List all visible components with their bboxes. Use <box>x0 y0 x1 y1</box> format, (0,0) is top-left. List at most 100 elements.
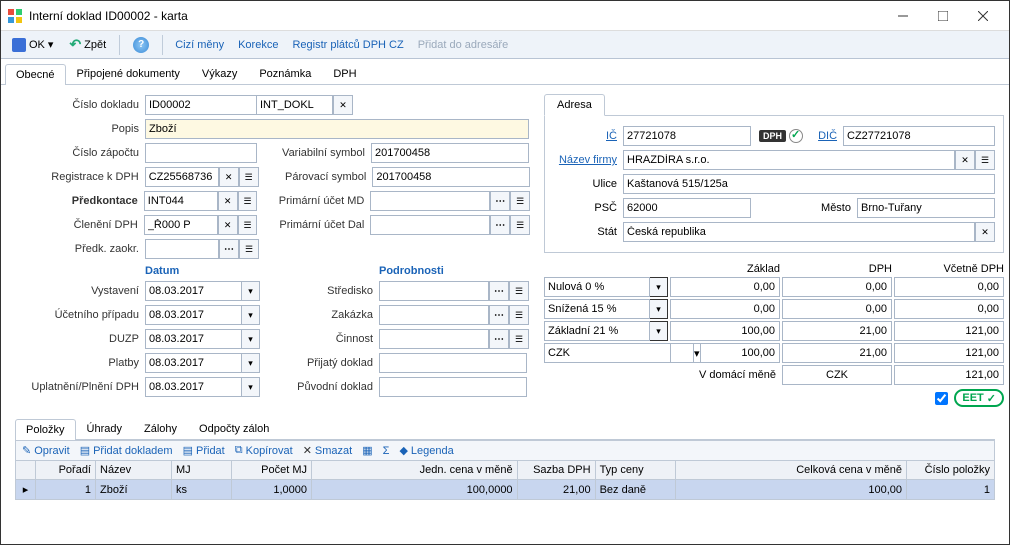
link-dic[interactable]: DIČ <box>811 130 843 142</box>
input-popis[interactable] <box>145 119 529 139</box>
chevron-down-icon[interactable] <box>650 321 668 341</box>
input-ulice[interactable] <box>623 174 995 194</box>
col-poradi[interactable]: Pořadí <box>36 461 96 480</box>
col-mj[interactable]: MJ <box>172 461 232 480</box>
minimize-button[interactable] <box>883 2 923 30</box>
btn-legenda[interactable]: ◆Legenda <box>399 444 453 457</box>
pick-stredisko-button[interactable] <box>489 281 509 301</box>
date-duzp[interactable] <box>145 329 260 349</box>
input-registrace[interactable] <box>145 167 219 187</box>
list-prim-md-button[interactable] <box>510 191 530 211</box>
link-nazev[interactable]: Název firmy <box>553 154 623 166</box>
input-psc[interactable] <box>623 198 751 218</box>
list-zakazka-button[interactable] <box>509 305 529 325</box>
list-stredisko-button[interactable] <box>509 281 529 301</box>
link-cizi-meny[interactable]: Cizí měny <box>169 36 230 54</box>
col-cislo[interactable]: Číslo položky <box>907 461 995 480</box>
input-cislo-dokladu[interactable] <box>145 95 257 115</box>
vat-rate-select[interactable]: Snížená 15 % <box>544 299 668 319</box>
date-ucet-pripadu[interactable] <box>145 305 260 325</box>
link-ic[interactable]: IČ <box>553 130 623 142</box>
date-uplatneni[interactable] <box>145 377 260 397</box>
input-puvodni[interactable] <box>379 377 527 397</box>
tab-poznamka[interactable]: Poznámka <box>248 63 322 84</box>
list-nazev-button[interactable] <box>975 150 995 170</box>
chevron-down-icon[interactable] <box>650 299 668 319</box>
link-korekce[interactable]: Korekce <box>232 36 284 54</box>
tab-obecne[interactable]: Obecné <box>5 64 66 85</box>
excel-icon[interactable]: ▦ <box>362 444 372 457</box>
tab-adresa[interactable]: Adresa <box>544 94 605 116</box>
input-var-symbol[interactable] <box>371 143 529 163</box>
pick-cinnost-button[interactable] <box>489 329 509 349</box>
eet-checkbox[interactable] <box>935 392 948 405</box>
input-prijaty[interactable] <box>379 353 527 373</box>
col-sazba[interactable]: Sazba DPH <box>517 461 595 480</box>
list-zaokr-button[interactable] <box>239 239 259 259</box>
input-cleneni[interactable] <box>144 215 218 235</box>
table-row[interactable]: ▸ 1 Zboží ks 1,0000 100,0000 21,00 Bez d… <box>16 480 995 500</box>
list-prim-dal-button[interactable] <box>510 215 530 235</box>
input-prim-md[interactable] <box>370 191 490 211</box>
input-cislo-zapoctu[interactable] <box>145 143 257 163</box>
link-registr-dph[interactable]: Registr plátců DPH CZ <box>286 36 409 54</box>
back-button[interactable]: ↶ Zpět <box>62 32 113 57</box>
sum-icon[interactable]: Σ <box>383 445 390 457</box>
pick-prim-dal-button[interactable] <box>490 215 510 235</box>
input-prim-dal[interactable] <box>370 215 490 235</box>
clear-doc-type-button[interactable] <box>333 95 353 115</box>
input-stat[interactable] <box>623 222 975 242</box>
col-pocet[interactable]: Počet MJ <box>232 461 312 480</box>
date-vystaveni[interactable] <box>145 281 260 301</box>
input-cinnost[interactable] <box>379 329 489 349</box>
col-typ[interactable]: Typ ceny <box>595 461 675 480</box>
row-selector[interactable]: ▸ <box>16 480 36 500</box>
tab-zalohy[interactable]: Zálohy <box>133 418 188 439</box>
btn-kopirovat[interactable]: ⧉Kopírovat <box>235 444 293 457</box>
clear-cleneni-button[interactable] <box>218 215 238 235</box>
doc-type-field[interactable] <box>257 95 333 115</box>
tab-dph[interactable]: DPH <box>322 63 367 84</box>
col-jedn[interactable]: Jedn. cena v měně <box>312 461 518 480</box>
tab-vykazy[interactable]: Výkazy <box>191 63 248 84</box>
tab-uhrady[interactable]: Úhrady <box>76 418 133 439</box>
input-predkontace[interactable] <box>144 191 218 211</box>
tab-odpocty[interactable]: Odpočty záloh <box>188 418 280 439</box>
input-mesto[interactable] <box>857 198 995 218</box>
input-predk-zaokr[interactable] <box>145 239 219 259</box>
ok-button[interactable]: OK ▾ <box>5 34 60 56</box>
clear-stat-button[interactable] <box>975 222 995 242</box>
col-celkova[interactable]: Celková cena v měně <box>675 461 906 480</box>
btn-opravit[interactable]: ✎Opravit <box>22 444 70 457</box>
list-cinnost-button[interactable] <box>509 329 529 349</box>
help-button[interactable]: ? <box>126 33 156 57</box>
input-stredisko[interactable] <box>379 281 489 301</box>
list-predkontace-button[interactable] <box>238 191 258 211</box>
tab-pripojene[interactable]: Připojené dokumenty <box>66 63 191 84</box>
pick-zaokr-button[interactable] <box>219 239 239 259</box>
maximize-button[interactable] <box>923 2 963 30</box>
input-dic[interactable] <box>843 126 995 146</box>
col-nazev[interactable]: Název <box>96 461 172 480</box>
btn-smazat[interactable]: ✕Smazat <box>303 444 353 457</box>
input-ic[interactable] <box>623 126 751 146</box>
items-grid[interactable]: Pořadí Název MJ Počet MJ Jedn. cena v mě… <box>15 460 995 500</box>
clear-registrace-button[interactable] <box>219 167 239 187</box>
clear-nazev-button[interactable] <box>955 150 975 170</box>
pick-zakazka-button[interactable] <box>489 305 509 325</box>
list-cleneni-button[interactable] <box>238 215 258 235</box>
list-registrace-button[interactable] <box>239 167 259 187</box>
vat-rate-select[interactable]: Základní 21 % <box>544 321 668 341</box>
vat-rate-select[interactable]: Nulová 0 % <box>544 277 668 297</box>
btn-pridat-dokladem[interactable]: ▤Přidat dokladem <box>80 444 173 457</box>
input-parovaci[interactable] <box>372 167 530 187</box>
input-zakazka[interactable] <box>379 305 489 325</box>
chevron-down-icon[interactable] <box>650 277 668 297</box>
input-nazev[interactable] <box>623 150 955 170</box>
pick-prim-md-button[interactable] <box>490 191 510 211</box>
clear-predkontace-button[interactable] <box>218 191 238 211</box>
date-platby[interactable] <box>145 353 260 373</box>
tab-polozky[interactable]: Položky <box>15 419 76 440</box>
btn-pridat[interactable]: ▤Přidat <box>183 444 225 457</box>
close-button[interactable] <box>963 2 1003 30</box>
